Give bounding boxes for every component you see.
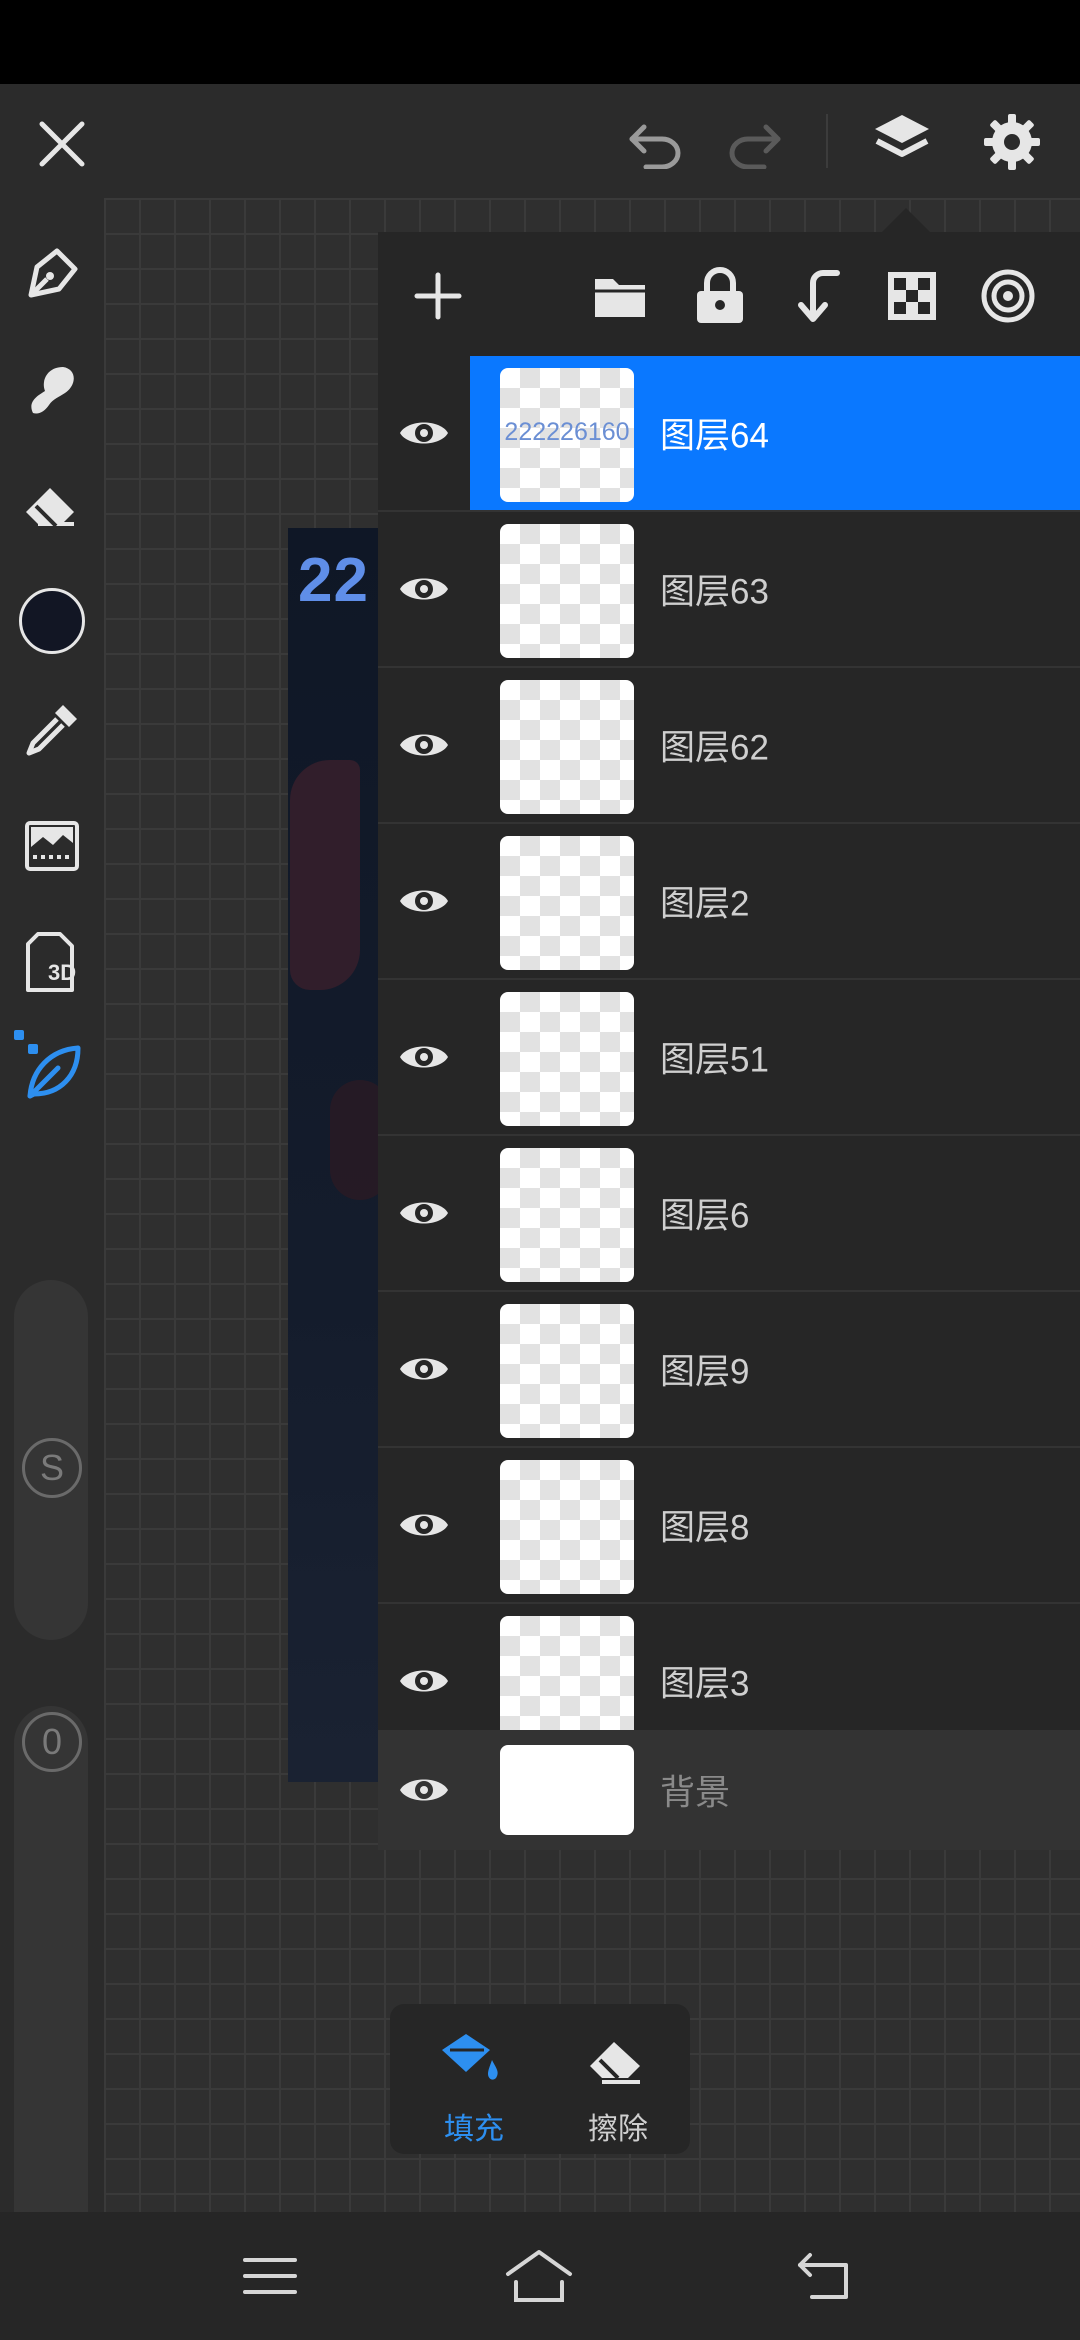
layer-row[interactable]: 图层62 — [378, 668, 1080, 824]
adjust-icon[interactable] — [20, 814, 84, 878]
layer-name: 图层51 — [660, 1040, 769, 1080]
eye-icon[interactable] — [398, 1499, 450, 1551]
layer-thumbnail: 222226160 — [500, 368, 634, 502]
layer-row[interactable]: 图层2 — [378, 824, 1080, 980]
panel-caret — [882, 208, 930, 232]
redo-icon[interactable] — [720, 112, 788, 176]
layer-row[interactable]: 图层63 — [378, 512, 1080, 668]
3d-label: 3D — [48, 960, 77, 985]
layer-name: 图层62 — [660, 728, 769, 768]
eye-icon[interactable] — [398, 719, 450, 771]
pen-icon[interactable] — [20, 242, 84, 306]
layer-thumbnail — [500, 992, 634, 1126]
opacity-badge: 0 — [22, 1712, 82, 1772]
status-bar — [0, 0, 1080, 84]
eye-icon[interactable] — [398, 563, 450, 615]
eyedropper-icon[interactable] — [20, 698, 84, 762]
layer-thumbnail — [500, 524, 634, 658]
color-swatch[interactable] — [19, 588, 85, 654]
eye-icon[interactable] — [398, 1764, 450, 1816]
background-layer-row[interactable]: 背景 — [378, 1730, 1080, 1850]
eraser-icon[interactable] — [20, 474, 84, 538]
smudge-icon[interactable] — [20, 358, 84, 422]
erase-label[interactable]: 擦除 — [588, 2104, 648, 2148]
artwork-detail — [290, 760, 360, 990]
fill-bucket-icon[interactable] — [434, 2028, 504, 2094]
thumbnail-text: 222226160 — [504, 418, 630, 446]
layer-thumbnail — [500, 1304, 634, 1438]
layer-thumbnail — [500, 1148, 634, 1282]
layer-row[interactable]: 图层51 — [378, 980, 1080, 1136]
add-layer-icon[interactable] — [404, 262, 472, 330]
layer-thumbnail — [500, 680, 634, 814]
tool-sidebar: 3D S 0 — [0, 198, 104, 2268]
clipping-icon[interactable] — [974, 262, 1042, 330]
menu-icon[interactable] — [240, 2246, 300, 2306]
layer-name: 图层63 — [660, 572, 769, 612]
merge-down-icon[interactable] — [782, 262, 850, 330]
system-nav-bar — [0, 2212, 1080, 2340]
eraser-icon[interactable] — [584, 2028, 650, 2094]
eye-icon[interactable] — [398, 1031, 450, 1083]
3d-file-icon[interactable]: 3D — [18, 928, 86, 996]
layer-row[interactable]: 图层9 — [378, 1292, 1080, 1448]
transparency-icon[interactable] — [878, 262, 946, 330]
gear-icon[interactable] — [978, 108, 1046, 176]
home-icon[interactable] — [504, 2246, 574, 2306]
folder-icon[interactable] — [586, 262, 654, 330]
layer-name: 图层2 — [660, 884, 750, 924]
layers-icon[interactable] — [868, 108, 936, 176]
layer-row[interactable]: 图层6 — [378, 1136, 1080, 1292]
size-badge: S — [22, 1438, 82, 1498]
layer-name: 图层3 — [660, 1664, 750, 1704]
undo-icon[interactable] — [622, 112, 690, 176]
layer-name: 图层8 — [660, 1508, 750, 1548]
layer-thumbnail — [500, 1460, 634, 1594]
layer-name: 图层9 — [660, 1352, 750, 1392]
active-dot — [14, 1030, 24, 1040]
eye-icon[interactable] — [398, 1343, 450, 1395]
layer-name: 背景 — [660, 1773, 731, 1813]
back-icon[interactable] — [794, 2246, 854, 2306]
opacity-slider[interactable] — [14, 1706, 88, 2268]
artwork-text: 22 — [298, 546, 369, 615]
fill-erase-popup: 填充 擦除 — [390, 2004, 690, 2154]
close-icon[interactable] — [30, 112, 94, 176]
fill-label[interactable]: 填充 — [444, 2104, 504, 2148]
brush-leaf-icon[interactable] — [22, 1040, 86, 1104]
layer-thumbnail — [500, 836, 634, 970]
lock-icon[interactable] — [686, 262, 754, 330]
eye-icon[interactable] — [398, 1655, 450, 1707]
top-bar — [0, 84, 1080, 198]
eye-icon[interactable] — [398, 407, 450, 459]
eye-icon[interactable] — [398, 875, 450, 927]
layer-name: 图层6 — [660, 1196, 750, 1236]
layer-row[interactable]: 222226160 图层64 — [378, 356, 1080, 512]
divider — [826, 114, 828, 168]
layer-thumbnail — [500, 1745, 634, 1835]
eye-icon[interactable] — [398, 1187, 450, 1239]
layer-row[interactable]: 图层8 — [378, 1448, 1080, 1604]
layer-name: 图层64 — [660, 416, 769, 456]
